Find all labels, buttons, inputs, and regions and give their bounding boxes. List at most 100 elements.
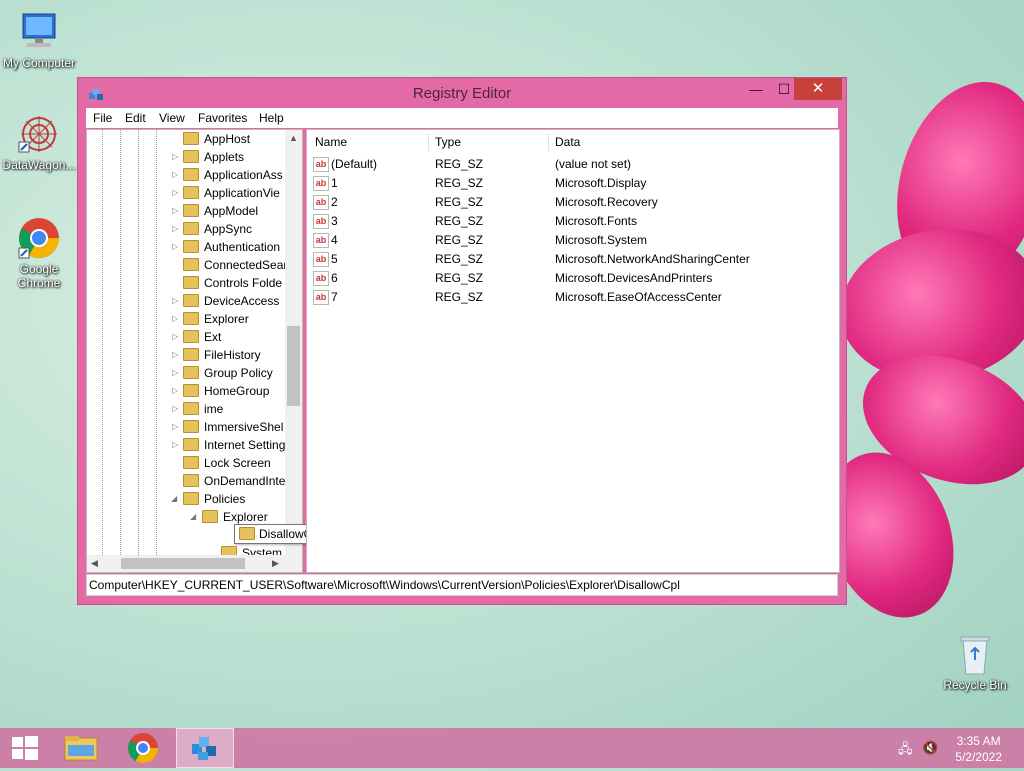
taskbar-registry-editor[interactable] (176, 728, 234, 768)
column-header-type[interactable]: Type (435, 130, 461, 154)
expand-icon[interactable]: ▷ (172, 206, 178, 215)
expand-icon[interactable]: ▷ (172, 368, 178, 377)
expand-icon[interactable]: ▷ (172, 386, 178, 395)
tree-item[interactable]: Policies (183, 490, 245, 508)
desktop-icon-my-computer[interactable]: My Computer (1, 10, 77, 70)
value-row[interactable]: ab 5 REG_SZ Microsoft.NetworkAndSharingC… (307, 250, 839, 269)
desktop-icon-recycle-bin[interactable]: Recycle Bin (937, 632, 1013, 692)
menu-help[interactable]: Help (259, 111, 284, 125)
tree-item[interactable]: Explorer (183, 310, 249, 328)
tree-item[interactable]: ApplicationVie (183, 184, 280, 202)
close-button[interactable]: ✕ (794, 78, 842, 100)
expand-icon[interactable]: ▷ (172, 296, 178, 305)
minimize-button[interactable]: — (742, 78, 770, 100)
tree-item[interactable]: AppSync (183, 220, 252, 238)
tree-item[interactable]: HomeGroup (183, 382, 269, 400)
expand-icon[interactable]: ▷ (172, 224, 178, 233)
tree-item[interactable]: ImmersiveShel (183, 418, 283, 436)
menu-file[interactable]: File (93, 111, 112, 125)
expand-icon[interactable]: ▷ (172, 170, 178, 179)
scroll-thumb[interactable] (121, 558, 245, 569)
collapse-icon[interactable]: ◢ (171, 494, 177, 503)
value-row[interactable]: ab 1 REG_SZ Microsoft.Display (307, 174, 839, 193)
desktop-icon-label: My Computer (2, 56, 76, 70)
tree-item-label: Policies (204, 492, 246, 506)
menu-favorites[interactable]: Favorites (198, 111, 247, 125)
expand-icon[interactable]: ▷ (172, 440, 178, 449)
value-row[interactable]: ab 2 REG_SZ Microsoft.Recovery (307, 193, 839, 212)
string-value-icon: ab (313, 195, 329, 210)
desktop-icon-label: Google Chrome (17, 262, 61, 290)
value-row[interactable]: ab 7 REG_SZ Microsoft.EaseOfAccessCenter (307, 288, 839, 307)
collapse-icon[interactable]: ◢ (190, 512, 196, 521)
tree-item[interactable]: Applets (183, 148, 244, 166)
tree-item[interactable]: Controls Folde (183, 274, 282, 292)
column-separator[interactable] (428, 133, 429, 151)
tree-item[interactable]: Group Policy (183, 364, 273, 382)
menu-view[interactable]: View (159, 111, 185, 125)
tree-vertical-scrollbar[interactable]: ▲ (285, 130, 302, 555)
scroll-thumb[interactable] (287, 326, 300, 406)
tree-item[interactable]: OnDemandInte (183, 472, 285, 490)
tree-item[interactable]: Lock Screen (183, 454, 271, 472)
network-icon[interactable]: 🖧 (898, 740, 913, 762)
tree-item[interactable]: FileHistory (183, 346, 261, 364)
string-value-icon: ab (313, 252, 329, 267)
menu-edit[interactable]: Edit (125, 111, 146, 125)
desktop-icon-google-chrome[interactable]: Google Chrome (1, 216, 77, 290)
title-bar[interactable]: Registry Editor — ☐ ✕ (78, 78, 846, 108)
tree-item[interactable]: Ext (183, 328, 221, 346)
speaker-muted-icon[interactable]: 🔇 (922, 740, 938, 756)
value-data: Microsoft.System (555, 233, 648, 247)
desktop-icon-datawagon[interactable]: DataWagon... (1, 112, 77, 172)
tree-item-label: Explorer (204, 312, 249, 326)
scroll-right-icon[interactable]: ▶ (272, 558, 279, 569)
tree-item[interactable]: Internet Setting (183, 436, 285, 454)
tree-item-label: ApplicationAss (204, 168, 283, 182)
value-type: REG_SZ (435, 252, 484, 266)
expand-icon[interactable]: ▷ (172, 314, 178, 323)
taskbar-chrome[interactable] (114, 728, 172, 768)
tree-item[interactable]: ime (183, 400, 223, 418)
tree-item[interactable]: ConnectedSear (183, 256, 287, 274)
registry-editor-window[interactable]: Registry Editor — ☐ ✕ File Edit View Fav… (78, 78, 846, 604)
tree-item[interactable]: ApplicationAss (183, 166, 283, 184)
tree-horizontal-scrollbar[interactable]: ◀ ▶ (87, 555, 285, 572)
tree-item[interactable]: DeviceAccess (183, 292, 279, 310)
tree-item-label: ConnectedSear (204, 258, 288, 272)
expand-icon[interactable]: ▷ (172, 422, 178, 431)
value-row[interactable]: ab 4 REG_SZ Microsoft.System (307, 231, 839, 250)
column-header-name[interactable]: Name (315, 130, 347, 154)
value-type: REG_SZ (435, 271, 484, 285)
tree-item[interactable]: AppModel (183, 202, 258, 220)
folder-icon (183, 150, 199, 164)
value-row[interactable]: ab (Default) REG_SZ (value not set) (307, 155, 839, 174)
folder-icon (183, 222, 199, 236)
desktop-icon-label: DataWagon... (2, 158, 76, 172)
clock-date: 5/2/2022 (955, 750, 1002, 764)
folder-icon (183, 294, 199, 308)
expand-icon[interactable]: ▷ (172, 404, 178, 413)
string-value-icon: ab (313, 271, 329, 286)
column-header-data[interactable]: Data (555, 130, 580, 154)
scroll-up-icon[interactable]: ▲ (289, 133, 298, 143)
expand-icon[interactable]: ▷ (172, 152, 178, 161)
string-value-icon: ab (313, 176, 329, 191)
value-row[interactable]: ab 3 REG_SZ Microsoft.Fonts (307, 212, 839, 231)
expand-icon[interactable]: ▷ (172, 350, 178, 359)
clock[interactable]: 3:35 AM 5/2/2022 (955, 733, 1002, 765)
expand-icon[interactable]: ▷ (172, 332, 178, 341)
taskbar-file-explorer[interactable] (52, 728, 110, 768)
key-tree-pane[interactable]: AppHost ▷ Applets ▷ ApplicationAss ▷ App… (86, 129, 303, 573)
tree-item-label: ImmersiveShel (204, 420, 284, 434)
scroll-left-icon[interactable]: ◀ (91, 558, 98, 569)
value-row[interactable]: ab 6 REG_SZ Microsoft.DevicesAndPrinters (307, 269, 839, 288)
start-button[interactable] (0, 728, 58, 768)
tree-item[interactable]: AppHost (183, 130, 250, 148)
column-separator[interactable] (548, 133, 549, 151)
value-type: REG_SZ (435, 233, 484, 247)
tree-item[interactable]: Authentication (183, 238, 280, 256)
expand-icon[interactable]: ▷ (172, 188, 178, 197)
expand-icon[interactable]: ▷ (172, 242, 178, 251)
values-list-pane[interactable]: Name Type Data ab (Default) REG_SZ (valu… (306, 129, 840, 573)
